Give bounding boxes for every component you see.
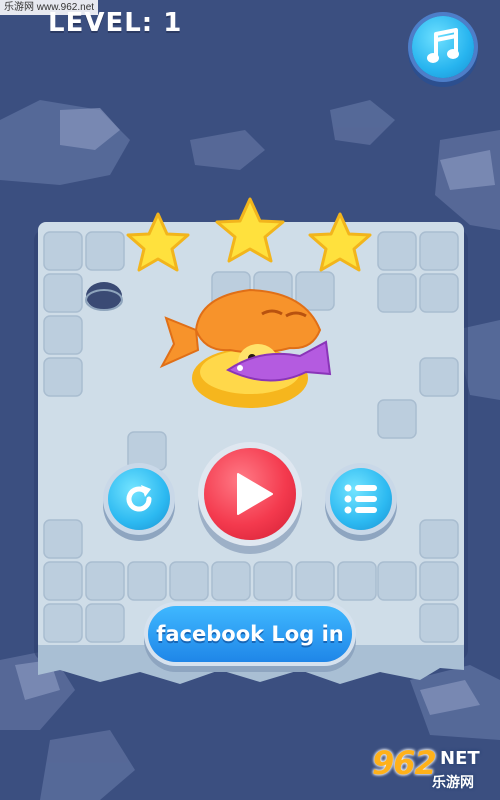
menu-button[interactable]: [330, 468, 392, 530]
watermark-net: NET: [440, 748, 480, 769]
restart-icon: [126, 485, 152, 512]
watermark-site: 乐游网: [432, 775, 474, 791]
menu-list-icon: [344, 484, 377, 514]
music-note-icon: [427, 28, 459, 63]
facebook-login-button[interactable]: facebook Log in: [148, 606, 352, 662]
play-button[interactable]: [204, 448, 296, 540]
play-icon: [237, 473, 273, 515]
watermark-number: 962: [372, 744, 437, 782]
restart-button[interactable]: [108, 468, 170, 530]
board-hole: [86, 282, 122, 310]
watermark-bottom: 962 NET 乐游网: [360, 744, 496, 794]
watermark-top: 乐游网 www.962.net: [0, 0, 99, 15]
music-button[interactable]: [412, 16, 474, 78]
game-scene: [0, 100, 500, 800]
